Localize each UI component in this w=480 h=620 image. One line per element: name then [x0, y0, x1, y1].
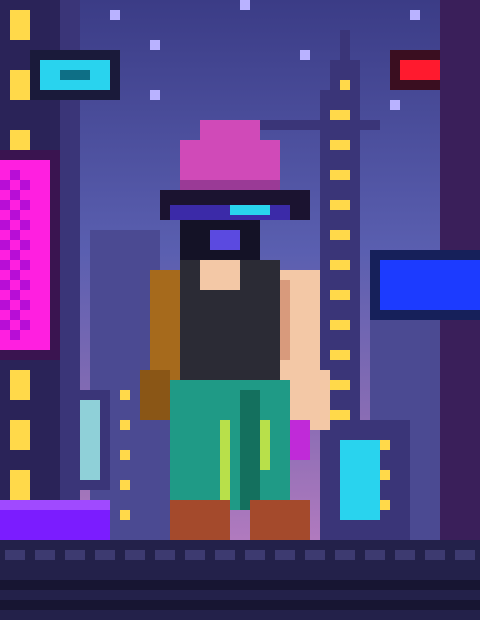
- tower-window: [330, 380, 350, 390]
- cyan-neon-sign: [30, 50, 120, 100]
- panel-light: [380, 440, 390, 450]
- billboard-pixel: [10, 310, 20, 320]
- street-tile: [215, 550, 235, 560]
- billboard-pixel: [0, 180, 10, 190]
- pants-stripe: [220, 420, 230, 510]
- cyberpunk-city-scene: [0, 0, 480, 620]
- arm-shade: [280, 280, 290, 360]
- tower-window: [330, 320, 350, 330]
- window: [10, 470, 30, 500]
- beanie-top: [200, 120, 260, 140]
- street-tile: [275, 550, 295, 560]
- star: [150, 40, 160, 50]
- panel-light: [380, 500, 390, 510]
- billboard-pixel: [10, 210, 20, 220]
- pocket-accent: [290, 420, 310, 460]
- billboard-pixel: [0, 240, 10, 250]
- window: [120, 390, 130, 400]
- street-tile: [35, 550, 55, 560]
- window: [10, 70, 30, 100]
- street-tile: [95, 550, 115, 560]
- street-tile: [335, 550, 355, 560]
- tower-crossbar: [250, 120, 380, 130]
- billboard-pixel: [20, 280, 30, 290]
- window: [10, 370, 30, 400]
- tower-window: [330, 290, 350, 300]
- tower-window: [330, 230, 350, 240]
- billboard-pixel: [20, 260, 30, 270]
- street-tile: [365, 550, 385, 560]
- billboard-pixel: [10, 190, 20, 200]
- purple-ledge-top: [0, 500, 110, 510]
- left-boot: [170, 500, 230, 540]
- billboard-pixel: [10, 230, 20, 240]
- street-tile: [305, 550, 325, 560]
- billboard-pixel: [10, 330, 20, 340]
- billboard-pixel: [0, 260, 10, 270]
- tower-window: [330, 110, 350, 120]
- tower-window: [330, 260, 350, 270]
- window: [120, 480, 130, 490]
- beanie-shadow: [180, 180, 280, 190]
- cyan-neon-panel: [340, 440, 380, 520]
- street-tile: [155, 550, 175, 560]
- star: [150, 90, 160, 100]
- visor-glint: [230, 205, 270, 215]
- billboard-pixel: [20, 320, 30, 330]
- star: [110, 10, 120, 20]
- tower-window: [330, 350, 350, 360]
- window: [10, 10, 30, 40]
- street-tile: [395, 550, 415, 560]
- star: [390, 100, 400, 110]
- window: [10, 420, 30, 450]
- panel-light: [380, 470, 390, 480]
- street-line: [0, 600, 480, 610]
- billboard-pixel: [0, 220, 10, 230]
- backpack-pocket: [140, 370, 170, 420]
- billboard-pixel: [10, 290, 20, 300]
- billboard-pixel: [20, 200, 30, 210]
- blue-neon-sign: [370, 250, 480, 320]
- window: [120, 510, 130, 520]
- game-scene: [0, 0, 480, 620]
- star: [240, 0, 250, 10]
- right-boot: [250, 500, 310, 540]
- window: [120, 420, 130, 430]
- billboard-pixel: [20, 180, 30, 190]
- billboard-pixel: [10, 250, 20, 260]
- street-tile: [455, 550, 475, 560]
- pants-shadow: [240, 390, 260, 510]
- street-tile: [125, 550, 145, 560]
- pants-stripe: [260, 420, 270, 470]
- blue-sign-light: [380, 260, 480, 310]
- billboard-pixel: [20, 300, 30, 310]
- tower-window: [330, 200, 350, 210]
- tower-window: [330, 410, 350, 420]
- street-tile: [5, 550, 25, 560]
- tower-window: [330, 140, 350, 150]
- star: [300, 50, 310, 60]
- street-line: [0, 580, 480, 590]
- billboard-pixel: [0, 280, 10, 290]
- billboard-pixel: [10, 170, 20, 180]
- mask-light: [210, 230, 240, 250]
- street-tile: [65, 550, 85, 560]
- left-lower-window: [80, 400, 100, 480]
- billboard-pixel: [20, 240, 30, 250]
- billboard-pixel: [10, 270, 20, 280]
- window: [120, 450, 130, 460]
- billboard-pixel: [0, 320, 10, 330]
- street-tile: [185, 550, 205, 560]
- neck-skin: [200, 260, 240, 290]
- street-tile: [425, 550, 445, 560]
- billboard-pixel: [0, 200, 10, 210]
- tower-window: [340, 80, 350, 90]
- billboard-pixel: [0, 300, 10, 310]
- tower-window: [330, 170, 350, 180]
- star: [410, 10, 420, 20]
- street-tile: [245, 550, 265, 560]
- cyan-sign-detail: [60, 70, 90, 80]
- billboard-pixel: [20, 220, 30, 230]
